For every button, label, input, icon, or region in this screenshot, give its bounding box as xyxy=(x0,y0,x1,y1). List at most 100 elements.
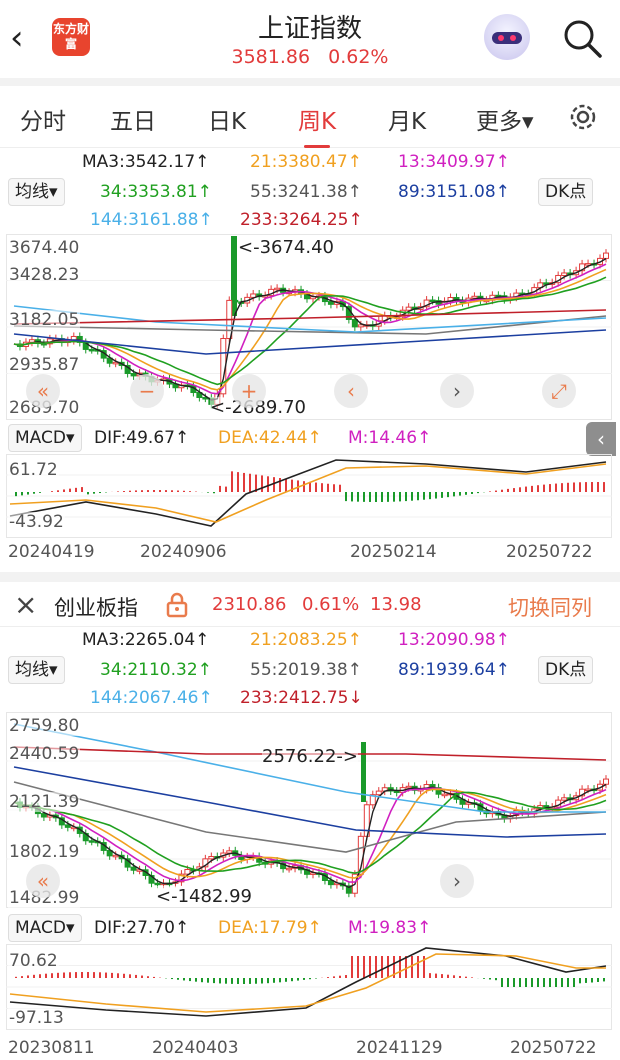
macd-m: M:19.83↑ xyxy=(348,918,432,938)
fullscreen-icon[interactable]: ⤢ xyxy=(542,374,576,408)
compare-price: 2310.86 xyxy=(212,594,287,615)
macd-chart-chinext xyxy=(6,944,612,1030)
ma13-value: 13:2090.98↑ xyxy=(398,630,510,650)
switch-same-column-button[interactable]: 切换同列 xyxy=(508,592,592,622)
date-label: 20250214 xyxy=(350,542,437,562)
y-axis-label: 3428.23 xyxy=(8,265,81,285)
candle xyxy=(88,348,95,352)
date-label: 20240419 xyxy=(8,542,95,562)
dk-point-button[interactable]: DK点 xyxy=(538,656,594,684)
ma34-value: 34:3353.81↑ xyxy=(100,182,212,202)
candle xyxy=(561,272,568,276)
divider xyxy=(0,572,620,582)
macd-dea: DEA:42.44↑ xyxy=(218,428,322,448)
candle xyxy=(603,778,609,785)
weekly-k-chart-chinext[interactable] xyxy=(6,712,612,908)
lock-icon[interactable] xyxy=(166,592,188,618)
candle xyxy=(40,813,47,818)
macd-selector-button[interactable]: MACD▾ xyxy=(8,424,82,452)
macd-selector-button[interactable]: MACD▾ xyxy=(8,914,82,942)
collapse-panel-button[interactable]: ‹ xyxy=(586,422,616,456)
macd-top-label: 61.72 xyxy=(8,460,59,480)
ma233-line xyxy=(13,309,607,325)
zoom-out-button[interactable]: − xyxy=(130,374,164,408)
tab-intraday[interactable]: 分时 xyxy=(20,102,66,136)
ma55-value: 55:2019.38↑ xyxy=(250,660,362,680)
candle xyxy=(561,797,568,801)
macd-dif: DIF:27.70↑ xyxy=(94,918,190,938)
assistant-robot-icon[interactable] xyxy=(484,14,530,60)
tab-more[interactable]: 更多▾ xyxy=(476,102,534,136)
date-label: 20240403 xyxy=(152,1038,239,1058)
ma21-value: 21:2083.25↑ xyxy=(250,630,362,650)
candle xyxy=(393,790,400,794)
candle xyxy=(357,324,364,328)
candle xyxy=(274,287,281,291)
index-price: 3581.86 xyxy=(231,46,311,68)
top-bar: ‹ 东方财富 上证指数 3581.86 0.62% xyxy=(0,0,620,78)
compare-index-bar: × 创业板指 2310.86 0.61% 13.98 切换同列 xyxy=(0,586,620,626)
compare-change: 13.98 xyxy=(370,594,422,615)
zoom-in-button[interactable]: + xyxy=(232,374,266,408)
macd-bottom-label: -43.92 xyxy=(8,512,65,532)
high-annotation: <-3674.40 xyxy=(238,237,335,258)
ma3-value: MA3:3542.17↑ xyxy=(82,152,210,172)
step-right-button[interactable]: › xyxy=(440,374,474,408)
ma89-value: 89:1939.64↑ xyxy=(398,660,510,680)
high-annotation: 2576.22-> xyxy=(262,746,359,767)
macd-bottom-label: -97.13 xyxy=(8,1008,65,1028)
candle xyxy=(64,824,71,828)
ma55-line xyxy=(13,315,607,335)
scroll-left-button[interactable]: « xyxy=(26,374,60,408)
date-label: 20230811 xyxy=(8,1038,95,1058)
y-axis-label: 2759.80 xyxy=(8,716,81,736)
divider xyxy=(0,78,620,86)
weekly-k-chart-sse[interactable] xyxy=(6,234,612,420)
ma-selector-button[interactable]: 均线▾ xyxy=(8,178,65,206)
macd-dea: DEA:17.79↑ xyxy=(218,918,322,938)
tab-monthly-k[interactable]: 月K xyxy=(388,102,426,136)
index-quote: 3581.86 0.62% xyxy=(0,46,620,68)
candle xyxy=(286,867,293,871)
ma-selector-button[interactable]: 均线▾ xyxy=(8,656,65,684)
y-axis-label: 3182.05 xyxy=(8,310,81,330)
ma89-line xyxy=(13,766,607,838)
tab-five-day[interactable]: 五日 xyxy=(110,102,156,136)
y-axis-label: 2440.59 xyxy=(8,744,81,764)
candle xyxy=(471,295,478,299)
tab-weekly-k[interactable]: 周K xyxy=(298,102,336,148)
search-icon[interactable] xyxy=(560,16,604,60)
gear-icon[interactable] xyxy=(566,100,600,134)
candle xyxy=(405,785,412,789)
y-axis-label: 3674.40 xyxy=(8,238,81,258)
date-label: 20250722 xyxy=(506,542,593,562)
date-label: 20241129 xyxy=(356,1038,443,1058)
candle xyxy=(112,854,119,858)
candle xyxy=(208,856,215,860)
candle xyxy=(130,866,137,871)
close-icon[interactable]: × xyxy=(14,588,37,621)
ma21-value: 21:3380.47↑ xyxy=(250,152,362,172)
divider xyxy=(0,626,620,627)
ma144-line xyxy=(13,723,606,813)
date-label: 20240906 xyxy=(140,542,227,562)
date-label: 20250722 xyxy=(510,1038,597,1058)
scroll-left-button[interactable]: « xyxy=(26,864,60,898)
step-right-button[interactable]: › xyxy=(440,864,474,898)
ma13-value: 13:3409.97↑ xyxy=(398,152,510,172)
dea-line xyxy=(9,953,606,1013)
candle xyxy=(154,882,161,886)
candle xyxy=(603,252,609,259)
ma233-value: 233:3264.25↑ xyxy=(240,210,363,230)
macd-m: M:14.46↑ xyxy=(348,428,432,448)
candle xyxy=(88,840,95,843)
low-annotation: <-1482.99 xyxy=(156,886,253,907)
ma34-value: 34:2110.32↑ xyxy=(100,660,212,680)
ma233-value: 233:2412.75↓ xyxy=(240,688,363,708)
step-left-button[interactable]: ‹ xyxy=(334,374,368,408)
tab-daily-k[interactable]: 日K xyxy=(208,102,246,136)
candle xyxy=(130,372,137,377)
ma3-value: MA3:2265.04↑ xyxy=(82,630,210,650)
y-axis-label: 2935.87 xyxy=(8,355,81,375)
dk-point-button[interactable]: DK点 xyxy=(538,178,594,206)
